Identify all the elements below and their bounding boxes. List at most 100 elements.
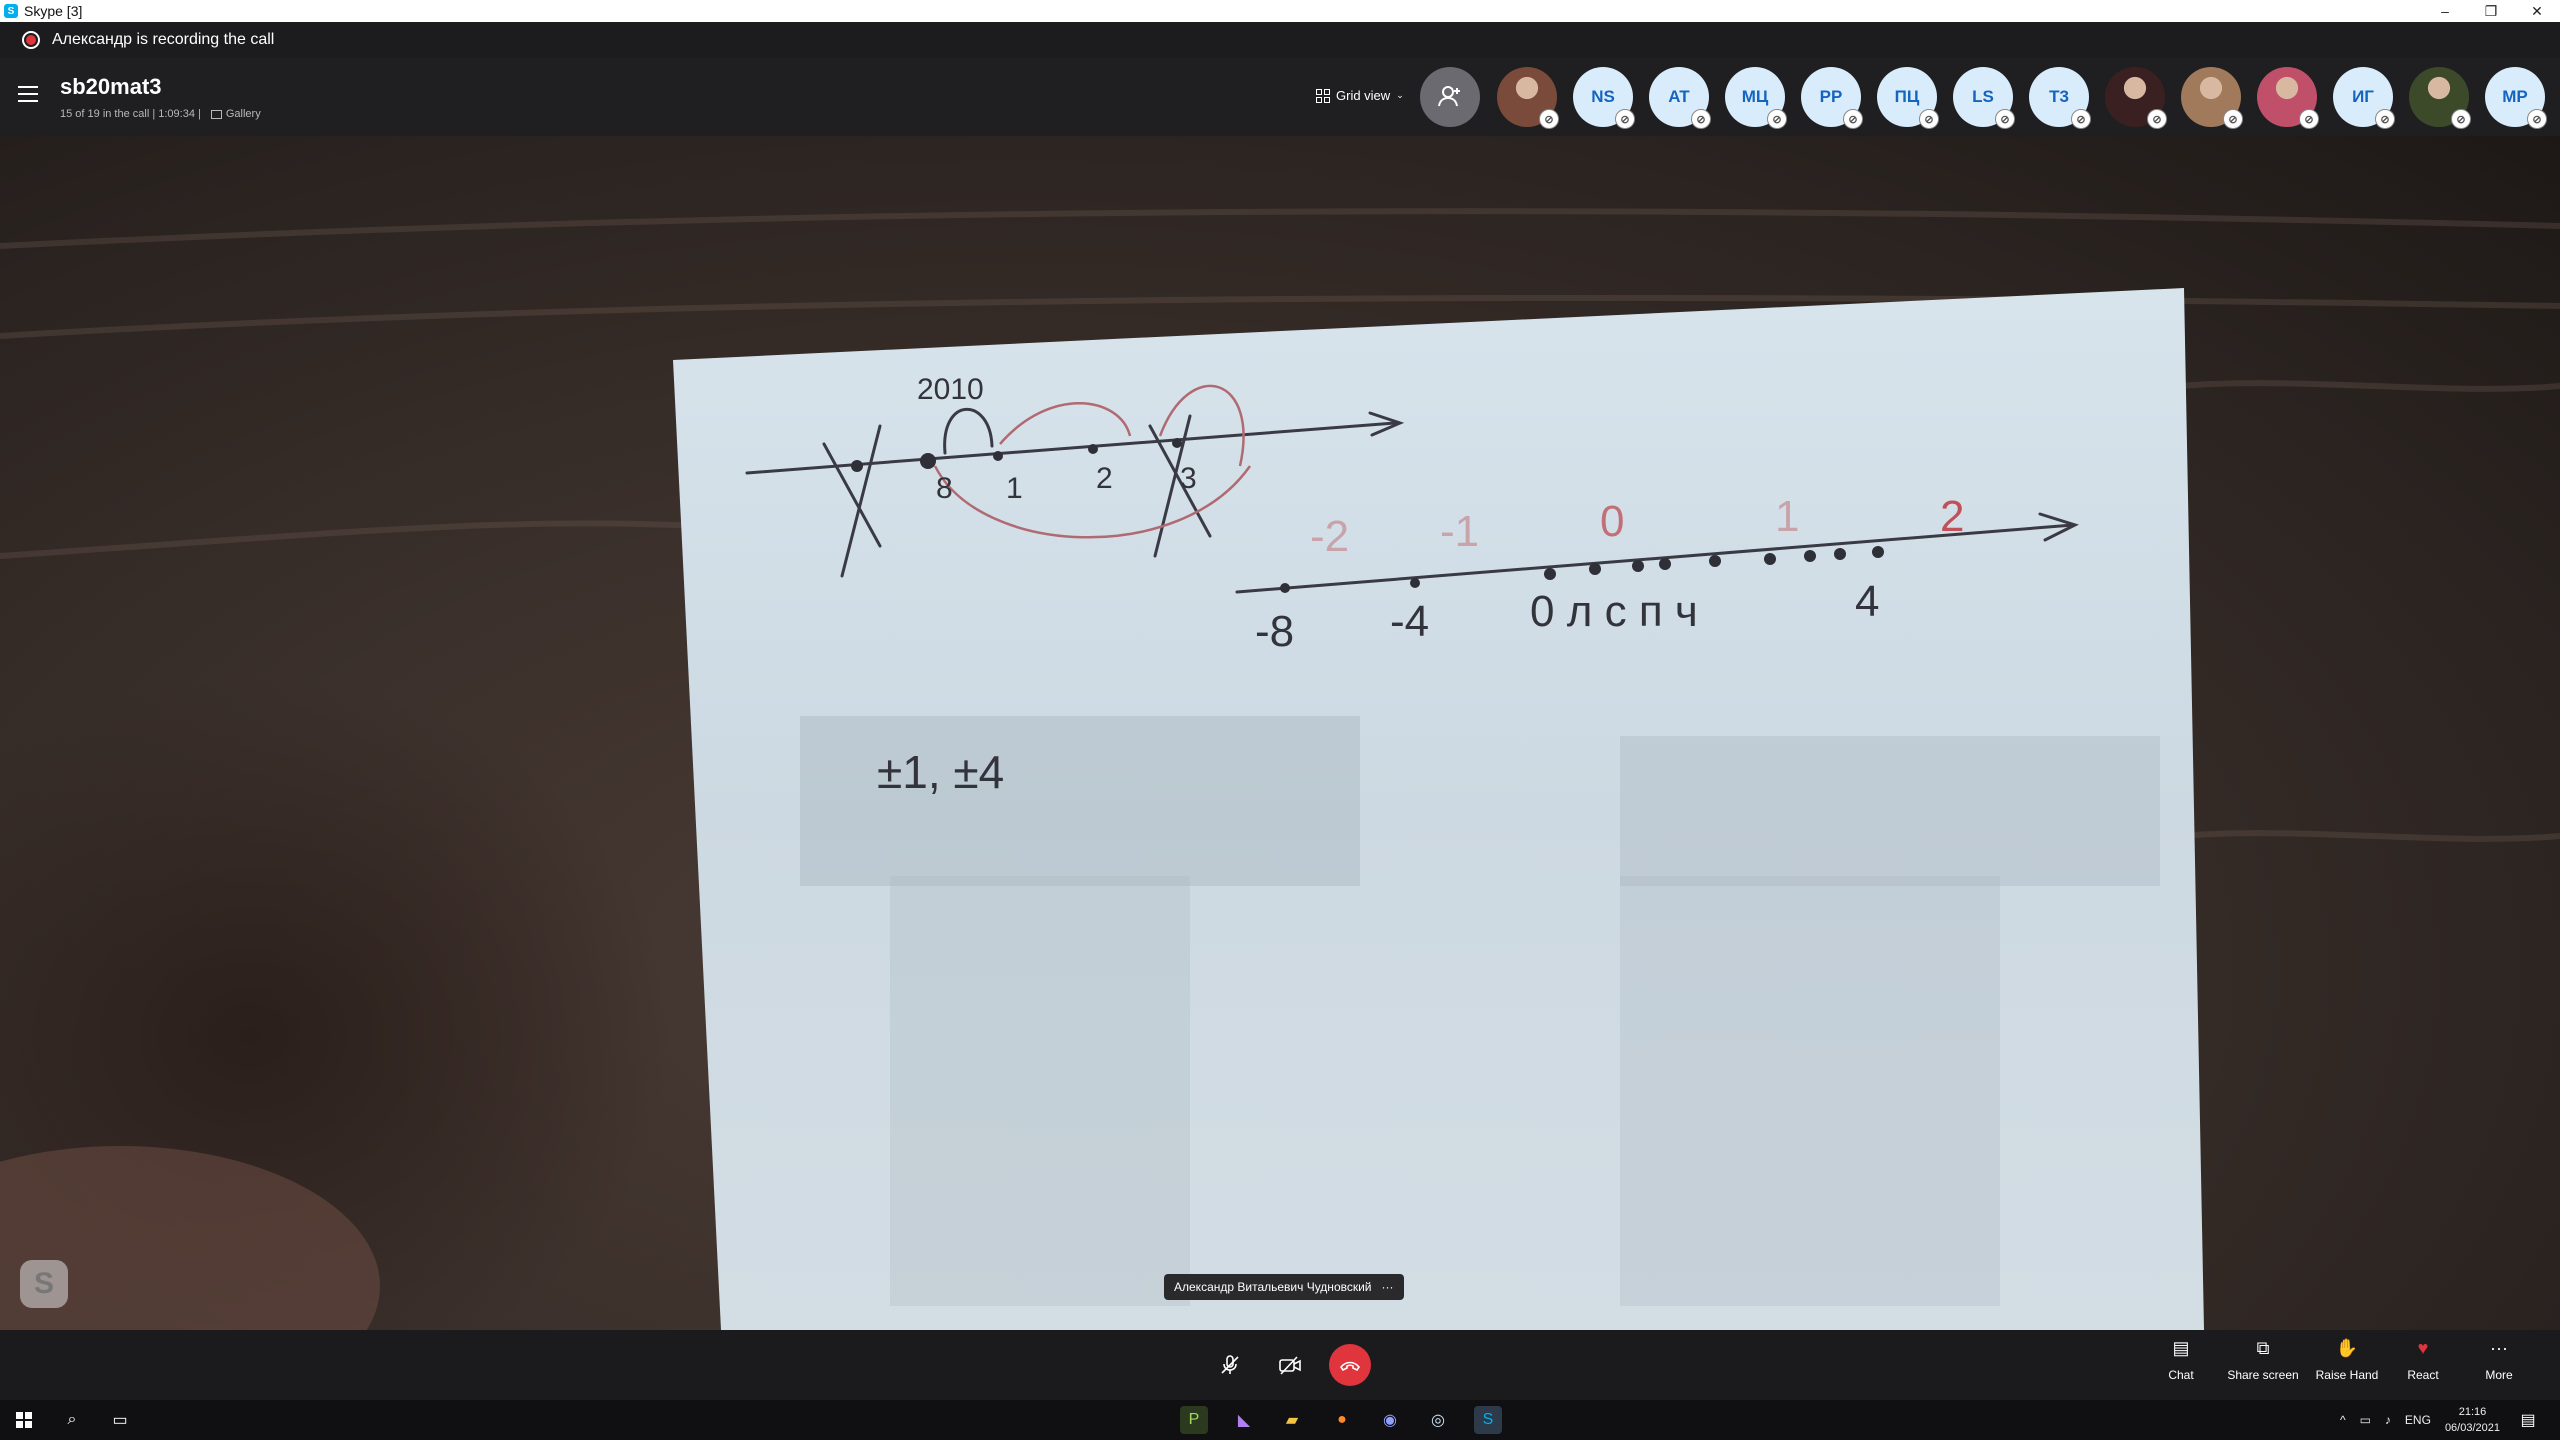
participant-avatar[interactable]: ИГ ⊘ (2333, 67, 2395, 129)
recording-banner: Александр is recording the call (0, 22, 2560, 58)
muted-mic-icon: ⊘ (1843, 109, 1863, 129)
grid-view-button[interactable]: Grid view ⌄ (1316, 88, 1404, 103)
muted-mic-icon: ⊘ (2299, 109, 2319, 129)
view-mode-label[interactable]: Gallery (226, 108, 261, 120)
more-icon: ··· (2490, 1338, 2508, 1358)
muted-mic-icon: ⊘ (1691, 109, 1711, 129)
recording-icon (22, 31, 40, 49)
mic-off-button[interactable] (1209, 1344, 1251, 1386)
chat-label: Chat (2168, 1368, 2194, 1382)
speaker-name-tag: Александр Витальевич Чудновский ··· (1164, 1274, 1404, 1300)
window-title-bar: S Skype [3] – ❐ ✕ (0, 0, 2560, 22)
participant-avatar[interactable]: ⊘ (1497, 67, 1559, 129)
steam-icon[interactable]: ◎ (1424, 1406, 1452, 1434)
chat-icon: ▤ (2172, 1338, 2190, 1358)
note-4: 3 (1180, 462, 1197, 495)
skype-taskbar-icon[interactable]: S (1474, 1406, 1502, 1434)
close-button[interactable]: ✕ (2514, 0, 2560, 22)
participant-avatar[interactable]: T3 ⊘ (2029, 67, 2091, 129)
search-icon[interactable]: ⌕ (58, 1406, 86, 1434)
clock-date: 06/03/2021 (2444, 1422, 2500, 1434)
muted-mic-icon: ⊘ (1995, 109, 2015, 129)
task-view-icon[interactable]: ▭ (106, 1406, 134, 1434)
share-screen-label: Share screen (2227, 1368, 2299, 1382)
minimize-button[interactable]: – (2422, 0, 2468, 22)
gallery-icon (210, 109, 222, 119)
paper-sheet: 2010 ±1, ±4 8 1 2 3 -2 -1 0 1 2 -8 -4 0 … (0, 208, 2560, 1330)
discord-icon[interactable]: ◉ (1376, 1406, 1404, 1434)
firefox-icon[interactable]: ● (1328, 1406, 1356, 1434)
chat-button[interactable]: ▤ Chat (2136, 1338, 2226, 1382)
note-letters: 0 л с п ч (1530, 587, 1698, 636)
participant-avatar[interactable]: ⊘ (2181, 67, 2243, 129)
react-label: React (2407, 1368, 2439, 1382)
hang-up-icon (1340, 1361, 1360, 1372)
add-participant-button[interactable] (1420, 67, 1480, 127)
file-explorer-icon[interactable]: ▰ (1278, 1406, 1306, 1434)
skype-app-icon: S (4, 4, 18, 18)
volume-icon[interactable]: ♪ (2385, 1413, 2391, 1427)
video-feed: 2010 ±1, ±4 8 1 2 3 -2 -1 0 1 2 -8 -4 0 … (0, 136, 2560, 1330)
visual-studio-icon[interactable]: ◣ (1230, 1406, 1258, 1434)
note-neg2: -2 (1310, 512, 1349, 561)
call-status: 15 of 19 in the call | 1:09:34 | Gallery (60, 108, 261, 120)
participant-avatar[interactable]: МЦ ⊘ (1725, 67, 1787, 129)
recording-text: Александр is recording the call (52, 31, 275, 48)
participant-avatar[interactable]: LS ⊘ (1953, 67, 2015, 129)
raise-hand-label: Raise Hand (2315, 1368, 2379, 1382)
participant-avatar[interactable]: ⊘ (2105, 67, 2167, 129)
end-call-button[interactable] (1329, 1344, 1371, 1386)
grid-icon (1316, 88, 1330, 103)
muted-mic-icon: ⊘ (1919, 109, 1939, 129)
language-indicator[interactable]: ENG (2405, 1413, 2431, 1427)
muted-mic-icon: ⊘ (2375, 109, 2395, 129)
note-neg8: -8 (1255, 607, 1294, 656)
grid-view-label: Grid view (1336, 88, 1391, 103)
participant-avatar[interactable]: PP ⊘ (1801, 67, 1863, 129)
note-1: 8 (936, 472, 953, 505)
video-off-icon (1279, 1356, 1301, 1375)
note-neg4: -4 (1390, 597, 1429, 646)
add-person-icon (1438, 86, 1460, 107)
muted-mic-icon: ⊘ (1767, 109, 1787, 129)
call-controls: ▤ Chat ⧉ Share screen ✋ Raise Hand ♥ Rea… (0, 1330, 2560, 1400)
participant-avatar[interactable]: ⊘ (2257, 67, 2319, 129)
share-screen-icon: ⧉ (2256, 1338, 2270, 1358)
call-status-text: 15 of 19 in the call | 1:09:34 | (60, 108, 201, 120)
skype-watermark-icon: S (20, 1260, 68, 1308)
note-2010: 2010 (917, 373, 984, 406)
pycharm-icon[interactable]: P (1180, 1406, 1208, 1434)
note-2-red: 2 (1940, 492, 1964, 541)
muted-mic-icon: ⊘ (2147, 109, 2167, 129)
muted-mic-icon: ⊘ (2223, 109, 2243, 129)
participant-avatar[interactable]: MP ⊘ (2485, 67, 2547, 129)
chevron-down-icon: ⌄ (1396, 90, 1404, 100)
share-screen-button[interactable]: ⧉ Share screen (2218, 1338, 2308, 1382)
heart-icon: ♥ (2417, 1338, 2429, 1358)
windows-taskbar: ⌕ ▭ P ◣ ▰ ● ◉ ◎ S ^ ▭ ♪ ENG 21:16 06/03/… (0, 1400, 2560, 1440)
muted-mic-icon: ⊘ (1539, 109, 1559, 129)
notification-icon[interactable]: ▤ (2514, 1406, 2542, 1434)
windows-start-icon[interactable] (10, 1406, 38, 1434)
call-title: sb20mat3 (60, 74, 162, 99)
note-neg1: -1 (1440, 507, 1479, 556)
more-button[interactable]: ··· More (2454, 1338, 2544, 1382)
participant-avatar[interactable]: ⊘ (2409, 67, 2471, 129)
note-8: 4 (1855, 577, 1879, 626)
restore-button[interactable]: ❐ (2468, 0, 2514, 22)
note-pm: ±1, ±4 (877, 746, 1004, 798)
participant-avatar[interactable]: NS ⊘ (1573, 67, 1635, 129)
video-off-button[interactable] (1269, 1344, 1311, 1386)
tray-chevron-icon[interactable]: ^ (2340, 1413, 2346, 1427)
participant-avatar[interactable]: AT ⊘ (1649, 67, 1711, 129)
hand-icon: ✋ (2335, 1338, 2359, 1358)
muted-mic-icon: ⊘ (2071, 109, 2091, 129)
network-icon[interactable]: ▭ (2360, 1413, 2371, 1427)
menu-icon[interactable] (18, 86, 38, 102)
participant-avatar[interactable]: ПЦ ⊘ (1877, 67, 1939, 129)
speaker-more-button[interactable]: ··· (1382, 1280, 1394, 1294)
note-0-red: 0 (1600, 497, 1624, 546)
mic-off-icon (1221, 1355, 1239, 1374)
clock[interactable]: 21:16 06/03/2021 (2445, 1404, 2500, 1436)
clock-time: 21:16 (2458, 1406, 2487, 1418)
